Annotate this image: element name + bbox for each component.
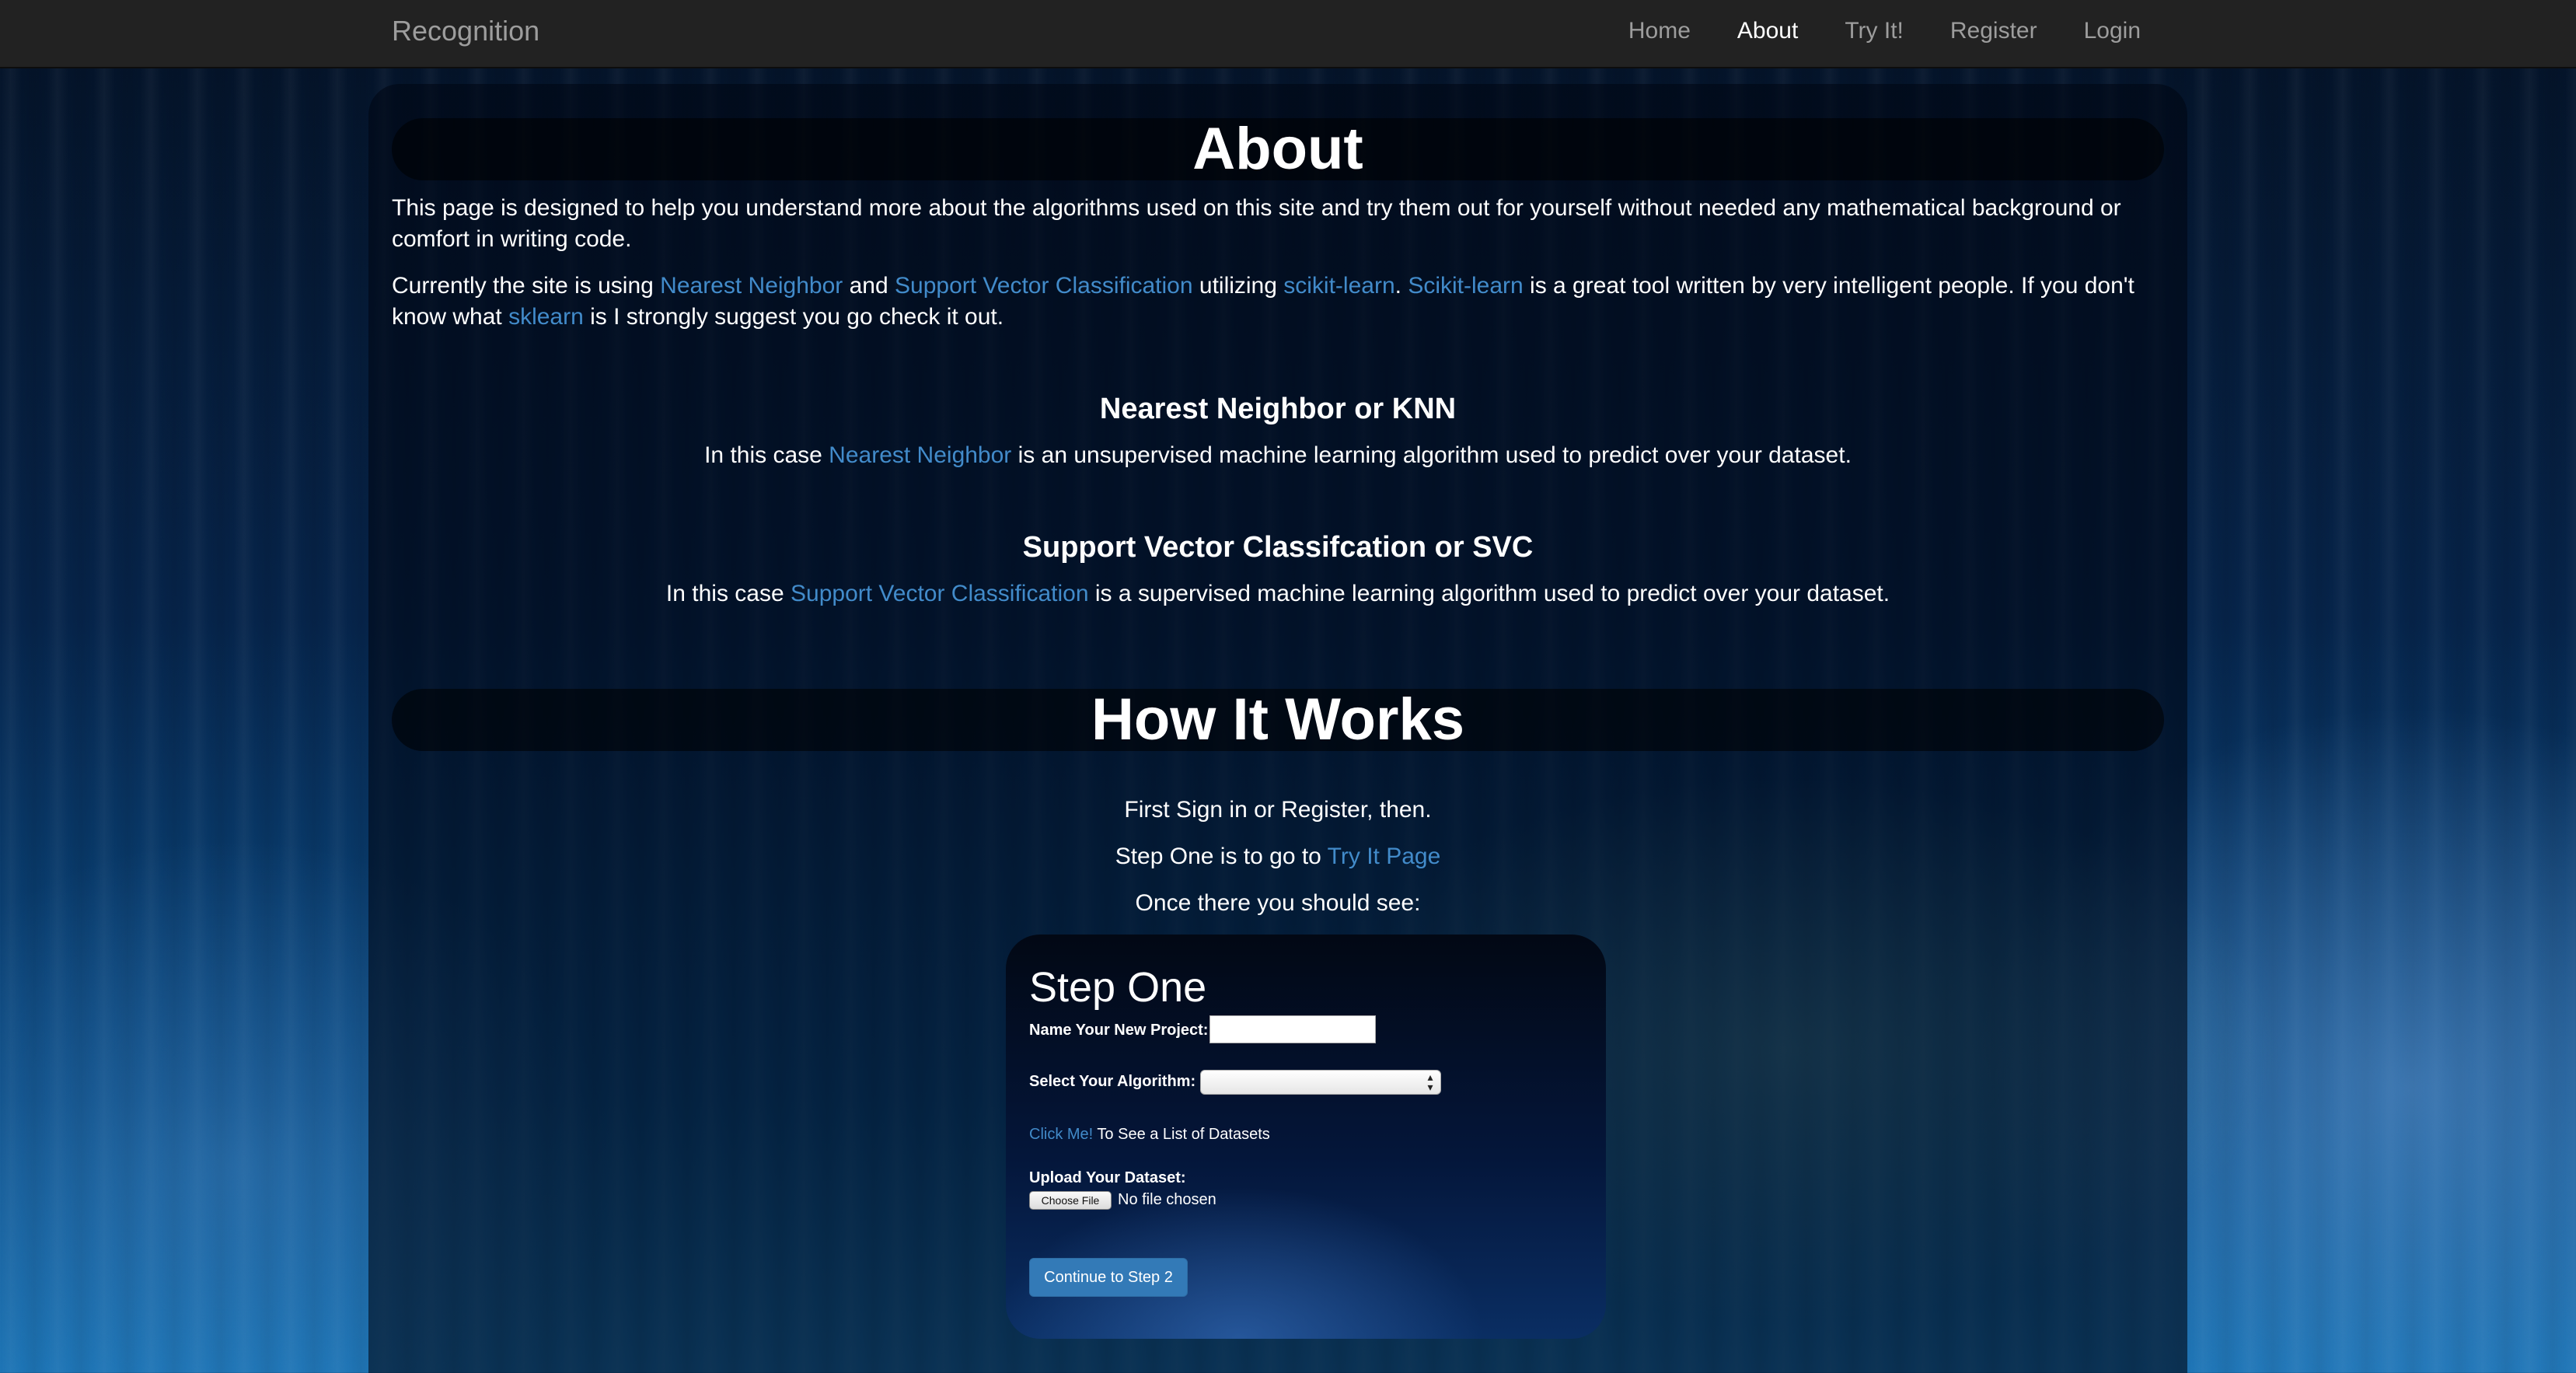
link-support-vector-classification[interactable]: Support Vector Classification [895, 273, 1193, 299]
knn-description: In this case Nearest Neighbor is an unsu… [392, 440, 2164, 471]
try-it-page-link[interactable]: Try It Page [1328, 844, 1441, 869]
select-arrows-icon: ▴ ▾ [1427, 1071, 1433, 1093]
project-name-input[interactable] [1209, 1015, 1376, 1043]
nav-item-register[interactable]: Register [1927, 0, 2061, 62]
svc-link-support-vector-classification[interactable]: Support Vector Classification [791, 581, 1089, 606]
how-line-2-text: Step One is to go to [1115, 844, 1328, 869]
knn-link-nearest-neighbor[interactable]: Nearest Neighbor [829, 442, 1011, 468]
about-heading: About [392, 118, 2164, 180]
how-line-1: First Sign in or Register, then. [1124, 797, 1432, 823]
how-it-works-heading: How It Works [392, 689, 2164, 751]
choose-file-button[interactable]: Choose File [1029, 1191, 1112, 1210]
algorithm-label: Select Your Algorithm: [1029, 1073, 1196, 1090]
nav-item-login[interactable]: Login [2061, 0, 2164, 62]
navbar: Recognition Home About Try It! Register … [0, 0, 2576, 68]
about-current-text-6: is I strongly suggest you go check it ou… [583, 304, 1004, 330]
how-line-2: Step One is to go to Try It Page [392, 841, 2164, 872]
step-one-card: Step One Name Your New Project: Select Y… [1006, 935, 1606, 1339]
svc-heading: Support Vector Classifcation or SVC [1022, 531, 1534, 564]
datasets-text: To See a List of Datasets [1093, 1126, 1270, 1143]
svc-text-1: In this case [665, 581, 791, 606]
nav-item-about[interactable]: About [1714, 0, 1821, 62]
about-current-text-3: utilizing [1192, 273, 1284, 299]
svc-text-2: is a supervised machine learning algorit… [1088, 581, 1890, 606]
link-scikit-learn-2[interactable]: Scikit-learn [1408, 273, 1523, 299]
navbar-brand[interactable]: Recognition [392, 0, 539, 62]
project-name-label: Name Your New Project: [1029, 1022, 1209, 1039]
how-line-3: Once there you should see: [1135, 890, 1421, 916]
upload-label: Upload Your Dataset: [1029, 1169, 1186, 1186]
link-nearest-neighbor[interactable]: Nearest Neighbor [660, 273, 843, 299]
step-one-title: Step One [1029, 964, 1207, 1011]
about-current-text-2: and [843, 273, 895, 299]
continue-to-step-2-button[interactable]: Continue to Step 2 [1029, 1258, 1188, 1297]
knn-heading: Nearest Neighbor or KNN [1099, 393, 1457, 425]
datasets-link[interactable]: Click Me! [1029, 1126, 1093, 1143]
nav-item-home[interactable]: Home [1605, 0, 1714, 62]
knn-text-2: is an unsupervised machine learning algo… [1011, 442, 1852, 468]
datasets-line: Click Me! To See a List of Datasets [1029, 1124, 1270, 1144]
about-current: Currently the site is using Nearest Neig… [392, 271, 2164, 333]
link-scikit-learn[interactable]: scikit-learn [1283, 273, 1394, 299]
main-container: About This page is designed to help you … [368, 84, 2187, 1373]
about-current-text-4: . [1394, 273, 1408, 299]
nav-item-try-it[interactable]: Try It! [1821, 0, 1927, 62]
file-status: No file chosen [1118, 1191, 1216, 1208]
svc-description: In this case Support Vector Classificati… [392, 578, 2164, 610]
nav-menu: Home About Try It! Register Login [1605, 0, 2164, 62]
algorithm-select[interactable]: ▴ ▾ [1200, 1070, 1441, 1095]
link-sklearn[interactable]: sklearn [508, 304, 584, 330]
about-current-text-1: Currently the site is using [392, 273, 661, 299]
knn-text-1: In this case [704, 442, 829, 468]
about-intro: This page is designed to help you unders… [392, 195, 2121, 252]
